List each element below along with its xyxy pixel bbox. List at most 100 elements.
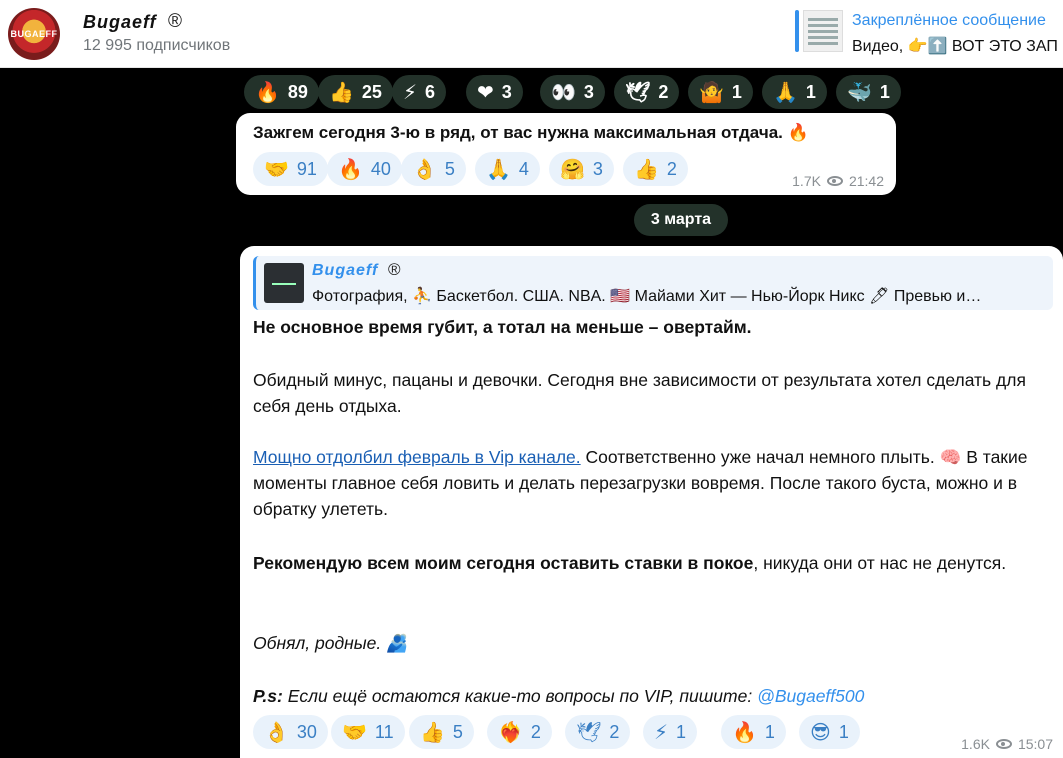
reaction-pill[interactable]: 🤝 11 <box>331 715 405 749</box>
reaction-pill[interactable]: ⚡ 6 <box>392 75 447 109</box>
reaction-emoji-icon: 🤷 <box>699 80 724 104</box>
reaction-count: 11 <box>374 721 394 742</box>
forwarded-thumbnail <box>264 263 304 303</box>
pinned-indicator <box>795 10 799 52</box>
reaction-pill[interactable]: 🔥 1 <box>721 715 786 749</box>
message-meta: 1.6K 15:07 <box>961 736 1053 752</box>
reaction-emoji-icon: ❤‍🔥 <box>498 720 523 744</box>
reaction-emoji-icon: 👍 <box>329 80 354 104</box>
reaction-count: 2 <box>530 721 541 742</box>
reaction-emoji-icon: 🤝 <box>264 157 289 181</box>
channel-avatar[interactable]: BUGAEFF <box>8 8 60 60</box>
reaction-count: 4 <box>518 158 529 179</box>
eye-icon <box>826 176 843 186</box>
user-mention-link[interactable]: @Bugaeff500 <box>757 686 864 706</box>
reaction-emoji-icon: 😎 <box>810 720 831 744</box>
reaction-emoji-icon: 🔥 <box>255 80 280 104</box>
reaction-pill[interactable]: ❤ 3 <box>466 75 523 109</box>
registered-mark: ® <box>388 260 401 279</box>
reaction-emoji-icon: 🙏 <box>486 157 511 181</box>
reaction-pill[interactable]: 🤷 1 <box>688 75 753 109</box>
reaction-pill[interactable]: ❤‍🔥 2 <box>487 715 552 749</box>
reaction-pill[interactable]: 👌 30 <box>253 715 328 749</box>
message-paragraph: Рекомендую всем моим сегодня оставить ст… <box>253 550 1043 576</box>
reaction-pill[interactable]: 🕊 2 <box>565 715 631 749</box>
message-bubble: Зажгем сегодня 3-ю в ряд, от вас нужна м… <box>236 113 896 195</box>
reaction-pill[interactable]: 🔥 89 <box>244 75 319 109</box>
reaction-emoji-icon: 🤗 <box>560 157 585 181</box>
eye-icon <box>995 739 1012 749</box>
message-paragraph: Не основное время губит, а тотал на мень… <box>253 317 752 337</box>
reaction-count: 3 <box>592 158 603 179</box>
message-paragraph: Обнял, родные. 🫂 <box>253 633 408 653</box>
reaction-count: 2 <box>658 81 669 102</box>
reaction-pill[interactable]: 👍 2 <box>623 152 688 186</box>
ps-label: P.s: <box>253 686 283 706</box>
channel-header: BUGAEFF Bugaeff ® 12 995 подписчиков Зак… <box>0 0 1063 68</box>
reaction-count: 91 <box>296 158 317 179</box>
reaction-count: 1 <box>764 721 775 742</box>
reaction-emoji-icon: 🔥 <box>732 720 757 744</box>
message-paragraph: Мощно отдолбил февраль в Vip канале. Соо… <box>253 444 1043 522</box>
message-meta: 1.7K 21:42 <box>792 173 884 189</box>
message-bubble: Bugaeff ® Фотография, ⛹ Баскетбол. США. … <box>240 246 1063 758</box>
avatar-text: BUGAEFF <box>10 29 58 39</box>
reaction-pill[interactable]: 👀 3 <box>540 75 605 109</box>
reaction-emoji-icon: 👌 <box>412 157 437 181</box>
reaction-count: 1 <box>838 721 849 742</box>
reaction-pill[interactable]: 👍 25 <box>318 75 393 109</box>
reaction-emoji-icon: ❤ <box>477 80 494 104</box>
reaction-count: 2 <box>666 158 677 179</box>
date-separator: 3 марта <box>634 204 728 236</box>
forwarded-preview[interactable]: Bugaeff ® Фотография, ⛹ Баскетбол. США. … <box>253 256 1053 310</box>
registered-mark: ® <box>168 11 182 32</box>
channel-name[interactable]: Bugaeff <box>83 12 157 33</box>
reaction-count: 3 <box>583 81 594 102</box>
reaction-pill[interactable]: 🙏 1 <box>762 75 827 109</box>
pinned-message-title[interactable]: Закреплённое сообщение <box>852 12 1046 30</box>
reaction-pill[interactable]: 🔥 40 <box>327 152 402 186</box>
message-time: 15:07 <box>1017 736 1053 752</box>
reaction-count: 1 <box>879 81 890 102</box>
reaction-emoji-icon: ⚡ <box>403 80 418 104</box>
reaction-pill[interactable]: 🙏 4 <box>475 152 540 186</box>
reaction-pill[interactable]: 🤝 91 <box>253 152 328 186</box>
pinned-thumbnail[interactable] <box>803 10 843 52</box>
reaction-pill[interactable]: 🐳 1 <box>836 75 901 109</box>
reaction-emoji-icon: 🕊 <box>576 720 602 744</box>
reaction-count: 3 <box>501 81 512 102</box>
reaction-emoji-icon: 🙏 <box>773 80 798 104</box>
reaction-count: 5 <box>444 158 455 179</box>
reaction-pill[interactable]: ⚡ 1 <box>643 715 698 749</box>
message-paragraph: Обидный минус, пацаны и девочки. Сегодня… <box>253 370 1026 416</box>
forwarded-channel-name: Bugaeff <box>312 262 379 279</box>
reaction-pill[interactable]: 🤗 3 <box>549 152 614 186</box>
reaction-count: 30 <box>296 721 317 742</box>
reaction-emoji-icon: 👍 <box>420 720 445 744</box>
reaction-count: 1 <box>676 721 687 742</box>
reaction-count: 2 <box>609 721 620 742</box>
reaction-count: 5 <box>452 721 463 742</box>
subscriber-count: 12 995 подписчиков <box>83 37 231 54</box>
reaction-emoji-icon: 👍 <box>634 157 659 181</box>
view-count: 1.6K <box>961 736 990 752</box>
paragraph-text: Если ещё остаются какие-то вопросы по VI… <box>282 686 758 706</box>
reaction-emoji-icon: ⚡ <box>654 720 669 744</box>
reaction-count: 1 <box>731 81 742 102</box>
reaction-emoji-icon: 🐳 <box>847 80 872 104</box>
reaction-emoji-icon: 🔥 <box>338 157 363 181</box>
reaction-pill[interactable]: 👍 5 <box>409 715 474 749</box>
vip-channel-link[interactable]: Мощно отдолбил февраль в Vip канале. <box>253 447 581 467</box>
forwarded-description: Фотография, ⛹ Баскетбол. США. NBA. 🇺🇸 Ма… <box>312 288 982 305</box>
message-text: Зажгем сегодня 3-ю в ряд, от вас нужна м… <box>253 123 809 142</box>
reaction-count: 1 <box>805 81 816 102</box>
reaction-pill[interactable]: 😎 1 <box>799 715 860 749</box>
reaction-count: 6 <box>425 81 436 102</box>
reaction-emoji-icon: 👌 <box>264 720 289 744</box>
pinned-message-preview[interactable]: Видео, 👉⬆️ ВОТ ЭТО ЗАП <box>852 36 1058 56</box>
reaction-emoji-icon: 🤝 <box>342 720 367 744</box>
message-paragraph: P.s: Если ещё остаются какие-то вопросы … <box>253 683 1043 709</box>
reaction-pill[interactable]: 👌 5 <box>401 152 466 186</box>
reaction-count: 89 <box>287 81 308 102</box>
reaction-pill[interactable]: 🕊 2 <box>614 75 680 109</box>
